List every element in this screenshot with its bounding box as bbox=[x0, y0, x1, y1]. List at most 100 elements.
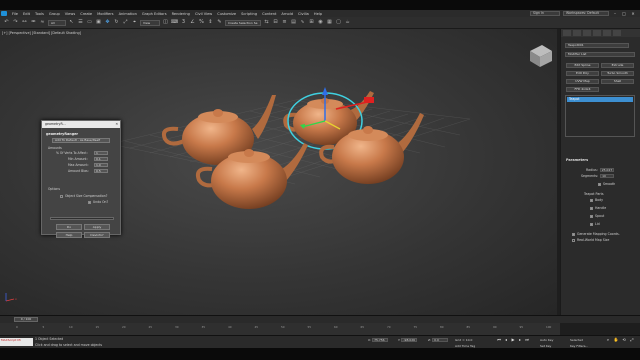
mode-dropdown[interactable]: Add To Default - As Base/Itself bbox=[52, 138, 110, 143]
undo-box[interactable] bbox=[88, 200, 91, 204]
render-setup-icon[interactable]: ▦ bbox=[326, 19, 333, 26]
uvw-map-button[interactable]: UVW Map bbox=[566, 79, 599, 84]
region-select-icon[interactable]: ▭ bbox=[86, 19, 93, 26]
apply-button[interactable]: Apply bbox=[84, 224, 110, 230]
menu-scripting[interactable]: Scripting bbox=[241, 12, 257, 16]
move-icon[interactable]: ✥ bbox=[104, 19, 111, 26]
shell-button[interactable]: Shell bbox=[601, 79, 634, 84]
window-crossing-icon[interactable]: ▣ bbox=[95, 19, 102, 26]
zoom-icon[interactable]: ⌕ bbox=[605, 337, 611, 342]
maximize-viewport-icon[interactable]: ⤢ bbox=[629, 337, 635, 342]
render-frame-icon[interactable]: ▢ bbox=[335, 19, 342, 26]
part-spout-checkbox[interactable]: Spout bbox=[590, 214, 604, 218]
material-editor-icon[interactable]: ◉ bbox=[317, 19, 324, 26]
track-bar[interactable] bbox=[0, 323, 560, 335]
render-icon[interactable]: ☕ bbox=[344, 19, 351, 26]
rotate-icon[interactable]: ↻ bbox=[113, 19, 120, 26]
scene-explorer-icon[interactable]: ▤ bbox=[290, 19, 297, 26]
viewcube-icon[interactable] bbox=[530, 45, 552, 67]
spinner-snap-icon[interactable]: ⇕ bbox=[207, 19, 214, 26]
part-lid-box[interactable] bbox=[590, 222, 593, 226]
maxscript-listener[interactable]: MAXScript Mi bbox=[0, 338, 33, 346]
menu-rendering[interactable]: Rendering bbox=[172, 12, 190, 16]
modify-tab-icon[interactable] bbox=[573, 30, 581, 36]
mirror-icon[interactable]: ⇆ bbox=[263, 19, 270, 26]
coord-x-field[interactable]: 75.756 bbox=[372, 338, 389, 342]
radius-spinner[interactable]: 25.027 bbox=[599, 168, 614, 172]
create-tab-icon[interactable] bbox=[563, 30, 571, 36]
scale-icon[interactable]: ⤢ bbox=[122, 19, 129, 26]
menu-edit[interactable]: Edit bbox=[23, 12, 30, 16]
part-handle-box[interactable] bbox=[590, 206, 593, 210]
part-handle-checkbox[interactable]: Handle bbox=[590, 206, 606, 210]
select-by-name-icon[interactable]: ☰ bbox=[77, 19, 84, 26]
curve-editor-icon[interactable]: ∿ bbox=[299, 19, 306, 26]
smooth-checkbox[interactable]: Smooth bbox=[598, 182, 615, 186]
coord-y-field[interactable]: -98.026 bbox=[401, 338, 418, 342]
part-spout-box[interactable] bbox=[590, 214, 593, 218]
percent-snap-icon[interactable]: % bbox=[198, 19, 205, 26]
edit-poly-button[interactable]: Edit Poly bbox=[566, 71, 599, 76]
reference-coord-dropdown[interactable]: View bbox=[140, 19, 160, 26]
menu-create[interactable]: Create bbox=[80, 12, 92, 16]
display-tab-icon[interactable] bbox=[603, 30, 611, 36]
do-button[interactable]: Do bbox=[56, 224, 82, 230]
part-body-box[interactable] bbox=[590, 198, 593, 202]
select-object-icon[interactable]: ↖ bbox=[68, 19, 75, 26]
menu-content[interactable]: Content bbox=[262, 12, 276, 16]
layer-icon[interactable]: ≡ bbox=[281, 19, 288, 26]
redo-icon[interactable]: ↷ bbox=[12, 19, 19, 26]
next-frame-icon[interactable]: ▸ bbox=[517, 337, 523, 342]
time-slider-handle[interactable]: 0 / 100 bbox=[14, 317, 38, 322]
extrude-button[interactable]: Extrude bbox=[601, 63, 634, 68]
modifier-list-dropdown[interactable]: Modifier List bbox=[565, 52, 635, 57]
named-selection-dropdown[interactable]: Create Selection Se bbox=[225, 19, 261, 26]
pan-icon[interactable]: ✋ bbox=[613, 337, 619, 342]
menu-file[interactable]: File bbox=[12, 12, 18, 16]
unlink-icon[interactable]: ⚮ bbox=[30, 19, 37, 26]
undo-icon[interactable]: ↶ bbox=[3, 19, 10, 26]
menu-views[interactable]: Views bbox=[65, 12, 75, 16]
size-compensation-checkbox[interactable]: Object Size Compensation? bbox=[60, 194, 107, 198]
snap-icon[interactable]: 3 bbox=[180, 19, 187, 26]
menu-civil-view[interactable]: Civil View bbox=[195, 12, 212, 16]
align-icon[interactable]: ⊟ bbox=[272, 19, 279, 26]
workspace-dropdown[interactable]: Workspaces: Default bbox=[563, 11, 609, 16]
gen-mapping-checkbox[interactable]: Generate Mapping Coords. bbox=[572, 232, 620, 236]
devinfo-button[interactable]: DevInfo? bbox=[84, 232, 110, 238]
max-amount-spinner[interactable]: 1.0 bbox=[94, 163, 108, 167]
auto-key-button[interactable]: Auto Key bbox=[540, 338, 553, 342]
size-compensation-box[interactable] bbox=[60, 194, 63, 198]
orbit-icon[interactable]: ⟲ bbox=[621, 337, 627, 342]
menu-customize[interactable]: Customize bbox=[217, 12, 236, 16]
play-icon[interactable]: ▶ bbox=[510, 337, 516, 342]
prev-frame-icon[interactable]: ◂ bbox=[503, 337, 509, 342]
ffd-button[interactable]: FFD 4x4x4 bbox=[566, 87, 599, 92]
gen-mapping-box[interactable] bbox=[572, 232, 575, 236]
part-lid-checkbox[interactable]: Lid bbox=[590, 222, 600, 226]
menu-civilia[interactable]: Civilia bbox=[298, 12, 309, 16]
menu-group[interactable]: Group bbox=[49, 12, 60, 16]
goto-end-icon[interactable]: ⏭ bbox=[524, 337, 530, 342]
keyboard-shortcut-icon[interactable]: ⌨ bbox=[171, 19, 178, 26]
coord-z-field[interactable]: 0.0 bbox=[432, 338, 449, 342]
parameters-rollout-title[interactable]: Parameters bbox=[566, 158, 588, 162]
part-body-checkbox[interactable]: Body bbox=[590, 198, 603, 202]
pct-verts-spinner[interactable]: 1 bbox=[94, 151, 108, 155]
goto-start-icon[interactable]: ⏮ bbox=[496, 337, 502, 342]
real-world-box[interactable] bbox=[572, 238, 575, 242]
menu-arnold[interactable]: Arnold bbox=[281, 12, 293, 16]
smooth-box[interactable] bbox=[598, 182, 601, 186]
edit-spline-button[interactable]: Edit Spline bbox=[566, 63, 599, 68]
menu-modifiers[interactable]: Modifiers bbox=[97, 12, 113, 16]
sign-in-button[interactable]: Sign In bbox=[530, 11, 560, 16]
dialog-title-bar[interactable]: geometryR... ✕ bbox=[42, 121, 120, 128]
maximize-icon[interactable]: □ bbox=[621, 11, 627, 16]
amount-bias-spinner[interactable]: 0.5 bbox=[94, 169, 108, 173]
viewport-label[interactable]: [+] [Perspective] [Standard] [Default Sh… bbox=[2, 31, 81, 35]
undo-checkbox[interactable]: Undo On? bbox=[88, 200, 108, 204]
hierarchy-tab-icon[interactable] bbox=[583, 30, 591, 36]
place-icon[interactable]: ⌖ bbox=[131, 19, 138, 26]
real-world-checkbox[interactable]: Real-World Map Size bbox=[572, 238, 609, 242]
time-slider-bar[interactable]: 0 / 100 bbox=[0, 315, 640, 323]
